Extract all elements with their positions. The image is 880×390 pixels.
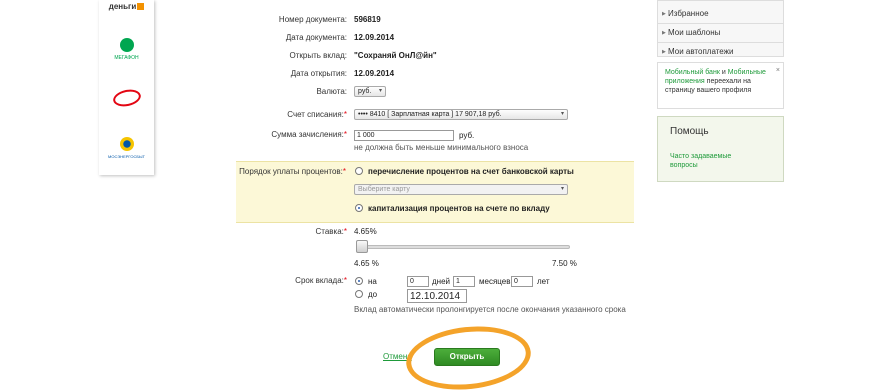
dengi-logo[interactable]: деньги <box>99 2 154 11</box>
deposit-value: "Сохраняй ОнЛ@йн" <box>354 51 437 60</box>
doc-date-label: Дата документа: <box>285 33 347 42</box>
chevron-right-icon: ▶ <box>662 49 666 55</box>
term-years-input[interactable] <box>511 276 533 287</box>
doc-number-value: 596819 <box>354 15 381 24</box>
mosenergosbyt-logo[interactable]: МОСЭНЕРГОСБЫТ <box>99 137 154 159</box>
megafon-logo[interactable]: МЕГАФОН <box>99 38 154 61</box>
term-date-radio[interactable] <box>355 290 363 298</box>
menu-item-templates[interactable]: ▶ Мои шаблоны <box>658 24 783 43</box>
required-mark: * <box>343 227 347 236</box>
term-months-label: месяцев <box>479 277 511 286</box>
amount-input[interactable] <box>354 130 454 141</box>
open-deposit-button[interactable]: Открыть <box>434 348 500 366</box>
chevron-right-icon: ▶ <box>662 30 666 36</box>
mts-logo[interactable] <box>99 87 154 109</box>
doc-number-label: Номер документа: <box>278 15 347 24</box>
term-years-label: лет <box>537 277 550 286</box>
menu-item-label: Мои шаблоны <box>668 28 721 37</box>
term-days-label: дней <box>432 277 451 286</box>
interest-to-card-radio[interactable] <box>355 167 363 175</box>
chevron-right-icon: ▶ <box>662 11 666 17</box>
account-label: Счет списания:* <box>187 110 347 119</box>
required-mark: * <box>343 130 347 139</box>
term-until-date-input[interactable] <box>407 289 467 303</box>
card-select[interactable]: Выберите карту ▾ <box>354 184 568 195</box>
amount-unit: руб. <box>459 131 475 140</box>
chevron-down-icon: ▾ <box>378 88 382 94</box>
profile-moved-notice: × Мобильный банк и Мобильные приложения … <box>657 62 784 109</box>
account-value: •••• 8410 [ Зарплатная карта ] 17 907,18… <box>358 111 502 118</box>
term-hint: Вклад автоматически пролонгируется после… <box>354 305 626 314</box>
interest-to-card-label: перечисление процентов на счет банковско… <box>368 167 574 176</box>
mobile-bank-link[interactable]: Мобильный банк <box>665 69 720 76</box>
deposit-label: Открыть вклад: <box>289 51 348 60</box>
term-months-input[interactable] <box>453 276 475 287</box>
megafon-logo-text: МЕГАФОН <box>114 55 139 61</box>
required-mark: * <box>343 276 347 285</box>
open-date-label: Дата открытия: <box>290 69 347 78</box>
currency-label: Валюта: <box>316 87 347 96</box>
interest-label: Порядок уплаты процентов:* <box>186 167 346 176</box>
menu-item-label: Мои автоплатежи <box>668 47 734 56</box>
mts-icon <box>111 87 142 109</box>
amount-label-text: Сумма зачисления: <box>271 130 344 139</box>
interest-capitalization-radio[interactable] <box>355 204 363 212</box>
term-until-label: до <box>368 290 378 299</box>
amount-label: Сумма зачисления:* <box>187 130 347 139</box>
rate-max: 7.50 % <box>552 259 577 268</box>
amount-hint: не должна быть меньше минимального взнос… <box>354 143 529 152</box>
dengi-logo-icon <box>137 3 145 10</box>
term-duration-radio[interactable] <box>355 277 363 285</box>
required-mark: * <box>343 110 347 119</box>
currency-select[interactable]: руб. ▾ <box>354 86 386 97</box>
chevron-down-icon: ▾ <box>560 186 564 192</box>
menu-item-label: Избранное <box>668 9 709 18</box>
sun-icon <box>119 137 134 151</box>
close-icon[interactable]: × <box>776 66 780 75</box>
term-days-input[interactable] <box>407 276 429 287</box>
help-title: Помощь <box>670 126 709 137</box>
quick-menu: ▶ Избранное ▶ Мои шаблоны ▶ Мои автоплат… <box>657 0 784 57</box>
term-label: Срок вклада:* <box>187 276 347 285</box>
card-select-placeholder: Выберите карту <box>358 186 410 193</box>
mosenergosbyt-logo-text: МОСЭНЕРГОСБЫТ <box>108 154 145 159</box>
doc-date-value: 12.09.2014 <box>354 33 395 42</box>
account-label-text: Счет списания: <box>287 110 344 119</box>
currency-value: руб. <box>358 88 372 95</box>
chevron-down-icon: ▾ <box>560 111 564 117</box>
open-date-value: 12.09.2014 <box>354 69 395 78</box>
rate-slider-track[interactable] <box>360 245 570 249</box>
term-label-text: Срок вклада: <box>295 276 344 285</box>
rate-min: 4.65 % <box>354 259 379 268</box>
notice-text-and: и <box>719 69 728 76</box>
term-on-label: на <box>368 277 377 286</box>
partner-logos-strip: деньги МЕГАФОН МОСЭНЕРГОСБЫТ <box>99 0 154 175</box>
interest-capitalization-label: капитализация процентов на счете по вкла… <box>368 204 550 213</box>
account-select[interactable]: •••• 8410 [ Зарплатная карта ] 17 907,18… <box>354 109 568 120</box>
rate-slider-handle[interactable] <box>356 240 368 253</box>
help-panel: Помощь Часто задаваемые вопросы <box>657 116 784 182</box>
rate-label: Ставка:* <box>187 227 347 236</box>
required-mark: * <box>342 167 346 176</box>
faq-link[interactable]: Часто задаваемые вопросы <box>670 152 750 170</box>
rate-value: 4.65% <box>354 227 377 236</box>
menu-item-favorites[interactable]: ▶ Избранное <box>658 5 783 24</box>
menu-item-autopayments[interactable]: ▶ Мои автоплатежи <box>658 43 783 62</box>
interest-label-text: Порядок уплаты процентов: <box>239 167 343 176</box>
dengi-logo-text: деньги <box>108 2 137 11</box>
megafon-icon <box>119 38 134 52</box>
rate-label-text: Ставка: <box>315 227 344 236</box>
